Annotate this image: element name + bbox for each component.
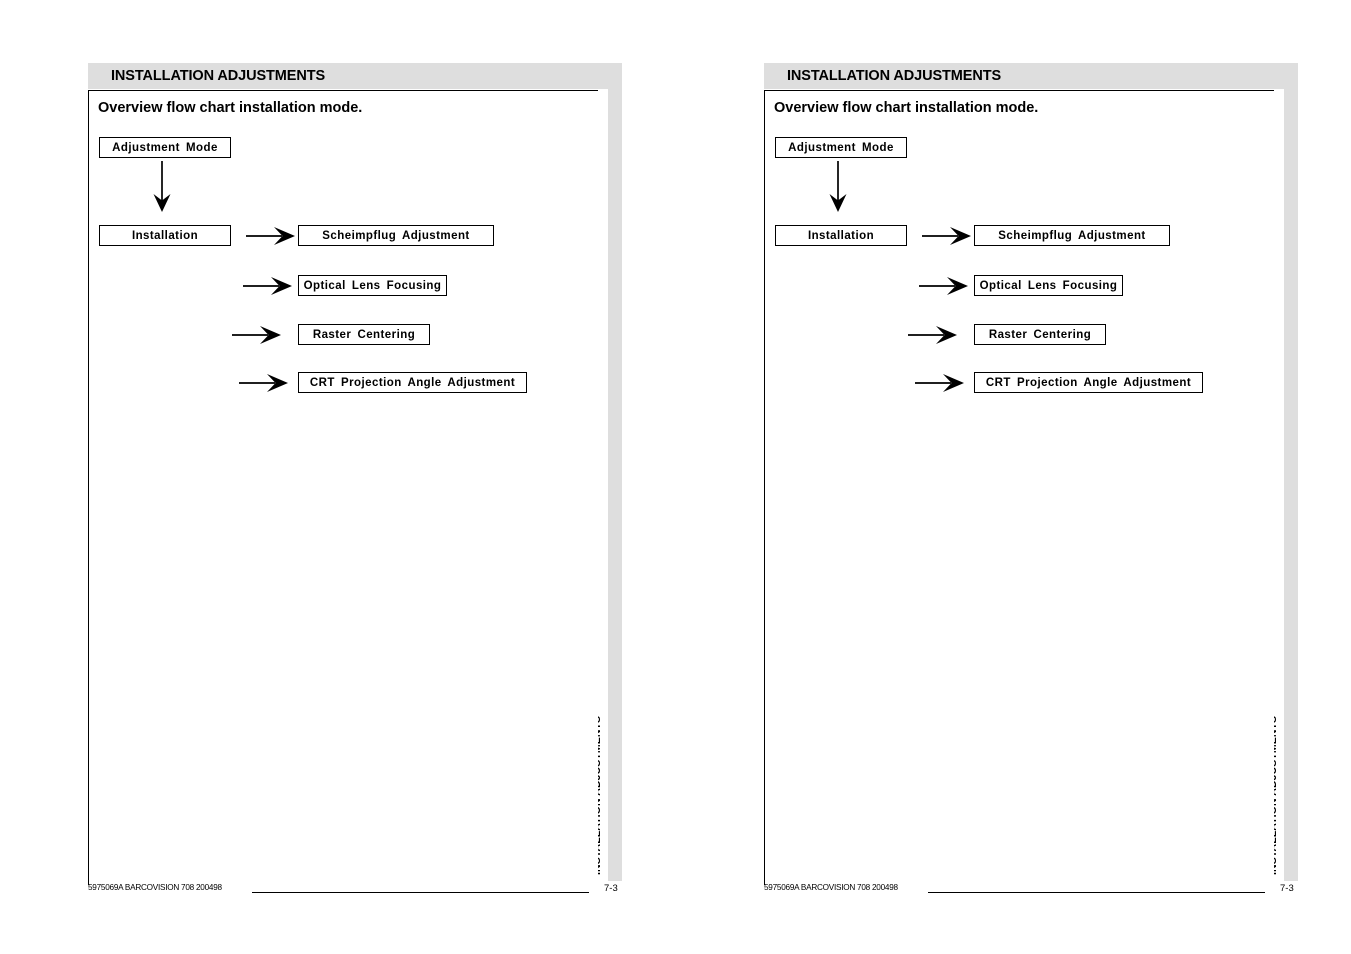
flow-node-crt-projection-angle: CRT Projection Angle Adjustment: [298, 372, 527, 393]
page-header-bar: INSTALLATION ADJUSTMENTS: [764, 63, 1297, 89]
side-tab-strip: INSTALLATION ADJUSTMENTS: [591, 63, 622, 881]
flow-node-label: Optical Lens Focusing: [303, 279, 442, 292]
side-tab-label: INSTALLATION ADJUSTMENTS: [591, 716, 615, 954]
flow-node-raster-centering: Raster Centering: [298, 324, 430, 345]
side-tab-label: INSTALLATION ADJUSTMENTS: [1267, 716, 1291, 954]
page-footer: 5975069A BARCOVISION 708 200498 7-3: [764, 875, 1297, 903]
flow-node-label: Adjustment Mode: [112, 141, 218, 154]
page-right: INSTALLATION ADJUSTMENTS INSTALLATION AD…: [676, 0, 1351, 954]
footer-document-code: 5975069A BARCOVISION 708 200498: [88, 883, 222, 892]
page-header-bar: INSTALLATION ADJUSTMENTS: [88, 63, 621, 89]
page-footer: 5975069A BARCOVISION 708 200498 7-3: [88, 875, 621, 903]
flow-node-label: Raster Centering: [988, 328, 1092, 341]
document-spread: INSTALLATION ADJUSTMENTS INSTALLATION AD…: [0, 0, 1351, 954]
flow-node-label: Installation: [131, 229, 199, 242]
flow-node-label: Adjustment Mode: [788, 141, 894, 154]
page-header-title: INSTALLATION ADJUSTMENTS: [111, 68, 326, 84]
flow-node-scheimpflug-adjustment: Scheimpflug Adjustment: [974, 225, 1170, 246]
arrow-right-icon-3: [908, 326, 957, 344]
flow-node-label: Scheimpflug Adjustment: [322, 229, 470, 242]
flow-chart: Adjustment Mode Installation Scheimpflug…: [765, 91, 1274, 880]
arrow-right-icon-2: [243, 277, 292, 295]
footer-rule: [928, 892, 1265, 894]
flow-chart: Adjustment Mode Installation Scheimpflug…: [89, 91, 598, 880]
arrow-right-icon-1: [246, 227, 295, 245]
flow-node-label: CRT Projection Angle Adjustment: [309, 376, 516, 389]
flow-node-installation: Installation: [775, 225, 907, 246]
page-left: INSTALLATION ADJUSTMENTS INSTALLATION AD…: [0, 0, 675, 954]
flow-node-label: CRT Projection Angle Adjustment: [985, 376, 1192, 389]
flow-node-optical-lens-focusing: Optical Lens Focusing: [298, 275, 447, 296]
footer-document-code: 5975069A BARCOVISION 708 200498: [764, 883, 898, 892]
arrow-right-icon-2: [919, 277, 968, 295]
content-frame: Overview flow chart installation mode. A…: [764, 90, 1274, 880]
flow-node-crt-projection-angle: CRT Projection Angle Adjustment: [974, 372, 1203, 393]
flow-node-adjustment-mode: Adjustment Mode: [775, 137, 907, 158]
footer-page-number: 7-3: [1280, 883, 1294, 894]
footer-rule: [252, 892, 589, 894]
flow-node-scheimpflug-adjustment: Scheimpflug Adjustment: [298, 225, 494, 246]
arrow-right-icon-3: [232, 326, 281, 344]
arrow-right-icon-4: [239, 374, 288, 392]
side-tab-strip: INSTALLATION ADJUSTMENTS: [1267, 63, 1298, 881]
flow-node-label: Scheimpflug Adjustment: [998, 229, 1146, 242]
flow-node-adjustment-mode: Adjustment Mode: [99, 137, 231, 158]
arrow-right-icon-4: [915, 374, 964, 392]
content-frame: Overview flow chart installation mode. A…: [88, 90, 598, 880]
footer-page-number: 7-3: [604, 883, 618, 894]
arrow-down-icon: [153, 161, 171, 212]
arrow-right-icon-1: [922, 227, 971, 245]
flow-node-label: Optical Lens Focusing: [979, 279, 1118, 292]
flow-node-optical-lens-focusing: Optical Lens Focusing: [974, 275, 1123, 296]
arrow-down-icon: [829, 161, 847, 212]
page-header-title: INSTALLATION ADJUSTMENTS: [787, 68, 1002, 84]
flow-node-raster-centering: Raster Centering: [974, 324, 1106, 345]
flow-node-label: Installation: [807, 229, 875, 242]
flow-node-label: Raster Centering: [312, 328, 416, 341]
flow-node-installation: Installation: [99, 225, 231, 246]
